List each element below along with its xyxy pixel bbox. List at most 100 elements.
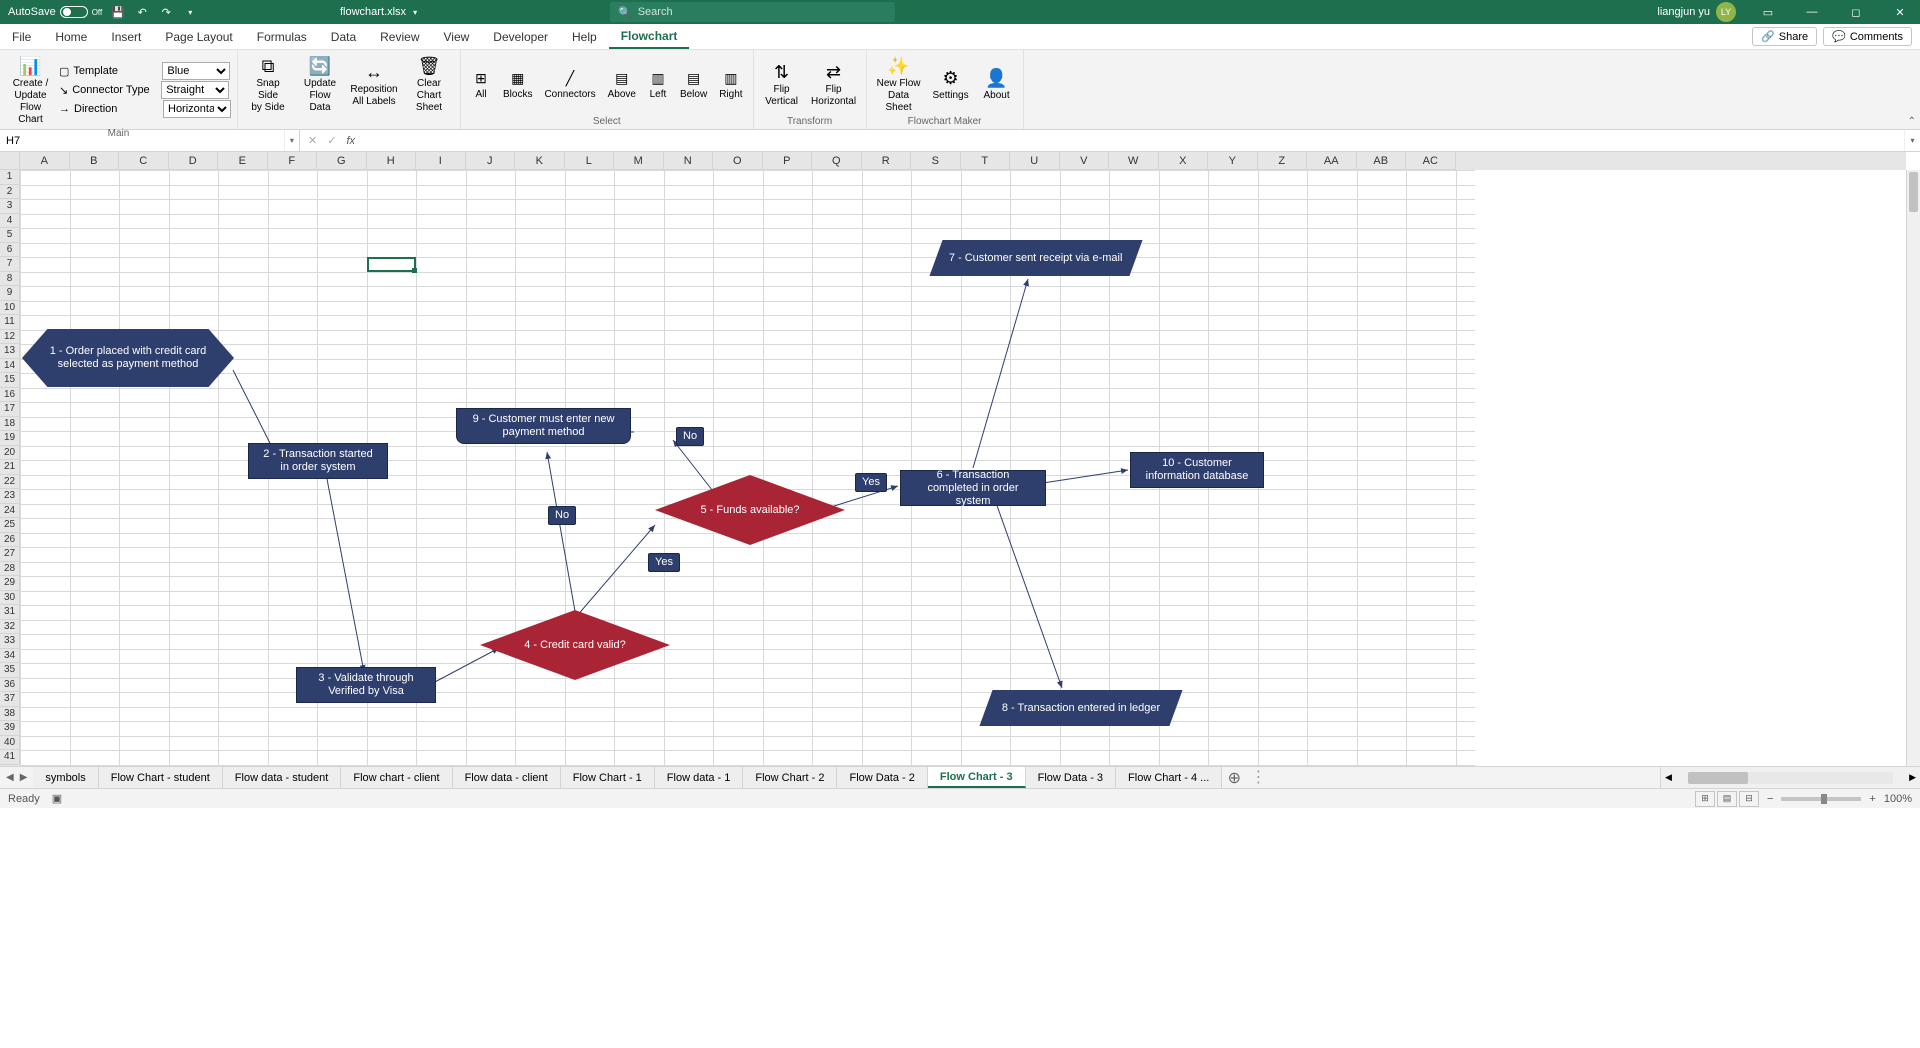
col-header-N[interactable]: N — [664, 152, 714, 170]
macro-record-icon[interactable]: ▣ — [52, 792, 62, 805]
flow-label-yes-2[interactable]: Yes — [855, 473, 887, 492]
sheet-tab[interactable]: Flow Chart - 4 ... — [1116, 767, 1222, 788]
col-header-Q[interactable]: Q — [812, 152, 862, 170]
spreadsheet-grid[interactable]: ABCDEFGHIJKLMNOPQRSTUVWXYZAAABAC 1234567… — [0, 152, 1920, 766]
col-header-O[interactable]: O — [713, 152, 763, 170]
flow-node-3[interactable]: 3 - Validate through Verified by Visa — [296, 667, 436, 703]
zoom-in-button[interactable]: + — [1869, 793, 1875, 805]
direction-select[interactable]: Horizontal — [163, 100, 231, 118]
minimize-button[interactable]: — — [1792, 0, 1832, 24]
row-header-2[interactable]: 2 — [0, 185, 20, 200]
sheet-tab[interactable]: Flow chart - client — [341, 767, 452, 788]
about-button[interactable]: 👤 About — [977, 64, 1017, 104]
menu-item-view[interactable]: View — [432, 24, 482, 49]
template-select[interactable]: Blue — [162, 62, 230, 80]
autosave-toggle[interactable]: AutoSave Off — [8, 6, 102, 18]
fx-icon[interactable]: fx — [346, 135, 355, 147]
flip-vertical-button[interactable]: ⇅ Flip Vertical — [760, 58, 804, 110]
row-header-28[interactable]: 28 — [0, 562, 20, 577]
select-connectors-button[interactable]: ╱Connectors — [540, 67, 599, 102]
flow-node-9[interactable]: 9 - Customer must enter new payment meth… — [456, 408, 631, 444]
menu-item-help[interactable]: Help — [560, 24, 609, 49]
snap-side-by-side-button[interactable]: ⧉ Snap Side by Side — [244, 52, 292, 116]
zoom-out-button[interactable]: − — [1767, 793, 1773, 805]
col-header-J[interactable]: J — [466, 152, 516, 170]
col-header-V[interactable]: V — [1060, 152, 1110, 170]
row-header-21[interactable]: 21 — [0, 460, 20, 475]
formula-input[interactable] — [363, 130, 1904, 151]
row-header-25[interactable]: 25 — [0, 518, 20, 533]
col-header-A[interactable]: A — [20, 152, 70, 170]
undo-icon[interactable]: ↶ — [134, 4, 150, 20]
tab-scroll-right-icon[interactable]: ▶ — [20, 772, 28, 783]
menu-item-page-layout[interactable]: Page Layout — [153, 24, 244, 49]
row-header-37[interactable]: 37 — [0, 692, 20, 707]
col-header-AC[interactable]: AC — [1406, 152, 1456, 170]
flow-node-8[interactable]: 8 - Transaction entered in ledger — [979, 690, 1182, 726]
menu-item-developer[interactable]: Developer — [481, 24, 560, 49]
settings-button[interactable]: ⚙ Settings — [929, 64, 973, 104]
connector-type-select[interactable]: Straight — [161, 81, 229, 99]
menu-item-review[interactable]: Review — [368, 24, 431, 49]
menu-item-insert[interactable]: Insert — [99, 24, 153, 49]
col-header-C[interactable]: C — [119, 152, 169, 170]
row-header-32[interactable]: 32 — [0, 620, 20, 635]
scroll-left-icon[interactable]: ◀ — [1661, 772, 1676, 783]
share-button[interactable]: 🔗 Share — [1752, 27, 1817, 46]
flow-label-no-2[interactable]: No — [676, 427, 704, 446]
col-header-X[interactable]: X — [1159, 152, 1209, 170]
select-blocks-button[interactable]: ▦Blocks — [499, 67, 536, 102]
row-header-36[interactable]: 36 — [0, 678, 20, 693]
row-header-9[interactable]: 9 — [0, 286, 20, 301]
ribbon-display-button[interactable]: ▭ — [1748, 0, 1788, 24]
row-header-5[interactable]: 5 — [0, 228, 20, 243]
normal-view-button[interactable]: ⊞ — [1695, 791, 1715, 807]
row-header-31[interactable]: 31 — [0, 605, 20, 620]
row-header-40[interactable]: 40 — [0, 736, 20, 751]
sheet-tab[interactable]: Flow Chart - 3 — [928, 767, 1026, 788]
select-below-button[interactable]: ▤Below — [676, 67, 711, 102]
col-header-P[interactable]: P — [763, 152, 813, 170]
menu-item-formulas[interactable]: Formulas — [245, 24, 319, 49]
row-header-22[interactable]: 22 — [0, 475, 20, 490]
row-header-7[interactable]: 7 — [0, 257, 20, 272]
menu-item-flowchart[interactable]: Flowchart — [609, 24, 690, 49]
row-header-38[interactable]: 38 — [0, 707, 20, 722]
collapse-ribbon-icon[interactable]: ⌃ — [1908, 116, 1916, 127]
update-flow-data-button[interactable]: 🔄 Update Flow Data — [296, 52, 344, 116]
row-header-27[interactable]: 27 — [0, 547, 20, 562]
redo-icon[interactable]: ↷ — [158, 4, 174, 20]
row-header-6[interactable]: 6 — [0, 243, 20, 258]
sheet-tab[interactable]: Flow data - 1 — [655, 767, 744, 788]
sheet-tab[interactable]: Flow Data - 3 — [1026, 767, 1116, 788]
row-headers[interactable]: 1234567891011121314151617181920212223242… — [0, 170, 20, 766]
row-header-17[interactable]: 17 — [0, 402, 20, 417]
flow-node-6[interactable]: 6 - Transaction completed in order syste… — [900, 470, 1046, 506]
clear-chart-sheet-button[interactable]: 🗑 Clear Chart Sheet — [404, 52, 454, 116]
row-header-20[interactable]: 20 — [0, 446, 20, 461]
row-header-11[interactable]: 11 — [0, 315, 20, 330]
row-header-39[interactable]: 39 — [0, 721, 20, 736]
row-header-33[interactable]: 33 — [0, 634, 20, 649]
expand-formula-bar-icon[interactable]: ▾ — [1904, 130, 1920, 151]
vertical-scrollbar[interactable] — [1906, 170, 1920, 766]
create-update-flowchart-button[interactable]: 📊 Create / Update Flow Chart — [6, 52, 55, 128]
save-icon[interactable]: 💾 — [110, 4, 126, 20]
col-header-AB[interactable]: AB — [1357, 152, 1407, 170]
col-header-K[interactable]: K — [515, 152, 565, 170]
row-header-16[interactable]: 16 — [0, 388, 20, 403]
scroll-right-icon[interactable]: ▶ — [1905, 772, 1920, 783]
row-header-3[interactable]: 3 — [0, 199, 20, 214]
sheet-tab[interactable]: Flow Data - 2 — [837, 767, 927, 788]
filename-dropdown-icon[interactable]: ▾ — [413, 8, 417, 17]
row-header-4[interactable]: 4 — [0, 214, 20, 229]
sheet-tab[interactable]: Flow data - client — [453, 767, 561, 788]
row-header-1[interactable]: 1 — [0, 170, 20, 185]
col-header-M[interactable]: M — [614, 152, 664, 170]
select-above-button[interactable]: ▤Above — [604, 67, 640, 102]
col-header-Z[interactable]: Z — [1258, 152, 1308, 170]
tab-more-icon[interactable]: ⋮ — [1246, 767, 1270, 788]
sheet-tab[interactable]: Flow Chart - student — [99, 767, 223, 788]
col-header-L[interactable]: L — [565, 152, 615, 170]
row-header-15[interactable]: 15 — [0, 373, 20, 388]
